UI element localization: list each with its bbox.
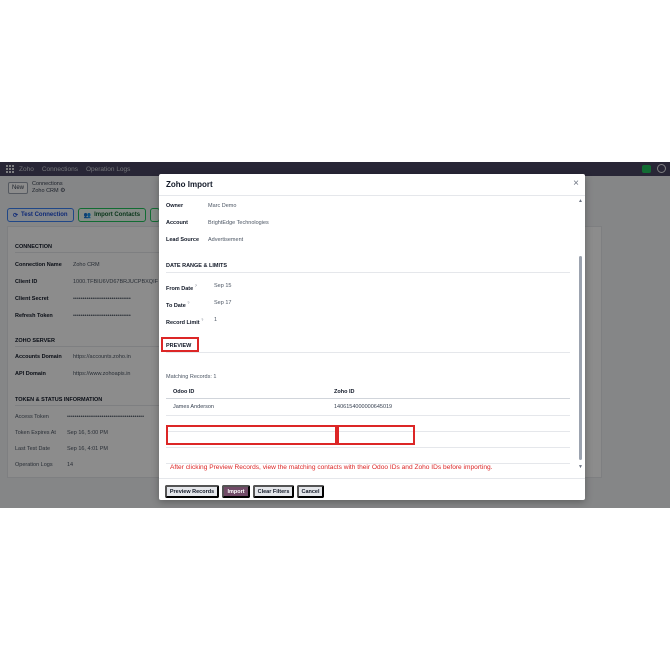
header-zoho-id: Zoho ID — [334, 389, 355, 395]
dialog-footer: Preview Records Import Clear Filters Can… — [159, 478, 585, 500]
odoo-id-highlight-box — [166, 425, 337, 445]
clear-filters-button[interactable]: Clear Filters — [253, 485, 294, 498]
dialog-title: Zoho Import — [166, 180, 213, 189]
dialog-header: Zoho Import × — [159, 174, 585, 196]
empty-row — [166, 448, 570, 464]
zoho-import-dialog: Zoho Import × Owner Marc Demo Account Brig… — [159, 174, 585, 500]
app-window: Zoho Connections Operation Logs New Conn… — [0, 162, 670, 508]
preview-section-title: PREVIEW — [166, 343, 570, 353]
field-to-date[interactable]: To Date ? Sep 17 — [166, 300, 231, 309]
date-range-section-title: DATE RANGE & LIMITS — [166, 263, 570, 273]
cell-odoo-id: James Anderson — [173, 404, 214, 410]
import-button[interactable]: Import — [222, 485, 250, 498]
header-odoo-id: Odoo ID — [173, 389, 195, 395]
preview-records-button[interactable]: Preview Records — [165, 485, 219, 498]
dialog-scrollbar[interactable]: ▲ ▼ — [578, 198, 583, 470]
zoho-id-highlight-box — [337, 425, 415, 445]
scroll-down-icon[interactable]: ▼ — [578, 464, 583, 470]
field-account[interactable]: Account BrightEdge Technologies — [166, 220, 269, 226]
cancel-button[interactable]: Cancel — [297, 485, 324, 498]
table-header: Odoo ID Zoho ID — [166, 386, 570, 399]
matching-records-count: Matching Records: 1 — [166, 374, 217, 380]
dialog-body: Owner Marc Demo Account BrightEdge Technol… — [159, 196, 579, 472]
preview-highlight-box — [161, 337, 199, 352]
annotation-text: After clicking Preview Records, view the… — [170, 464, 493, 471]
close-icon[interactable]: × — [573, 178, 579, 189]
table-row[interactable]: James Anderson 1406154000000645019 — [166, 399, 570, 416]
cell-zoho-id: 1406154000000645019 — [334, 404, 393, 410]
scroll-up-icon[interactable]: ▲ — [578, 198, 583, 204]
field-lead-source[interactable]: Lead Source Advertisement — [166, 237, 243, 243]
scrollbar-thumb[interactable] — [579, 256, 582, 460]
field-owner[interactable]: Owner Marc Demo — [166, 203, 236, 209]
field-record-limit[interactable]: Record Limit ? 1 — [166, 317, 217, 326]
field-from-date[interactable]: From Date ? Sep 15 — [166, 283, 231, 292]
